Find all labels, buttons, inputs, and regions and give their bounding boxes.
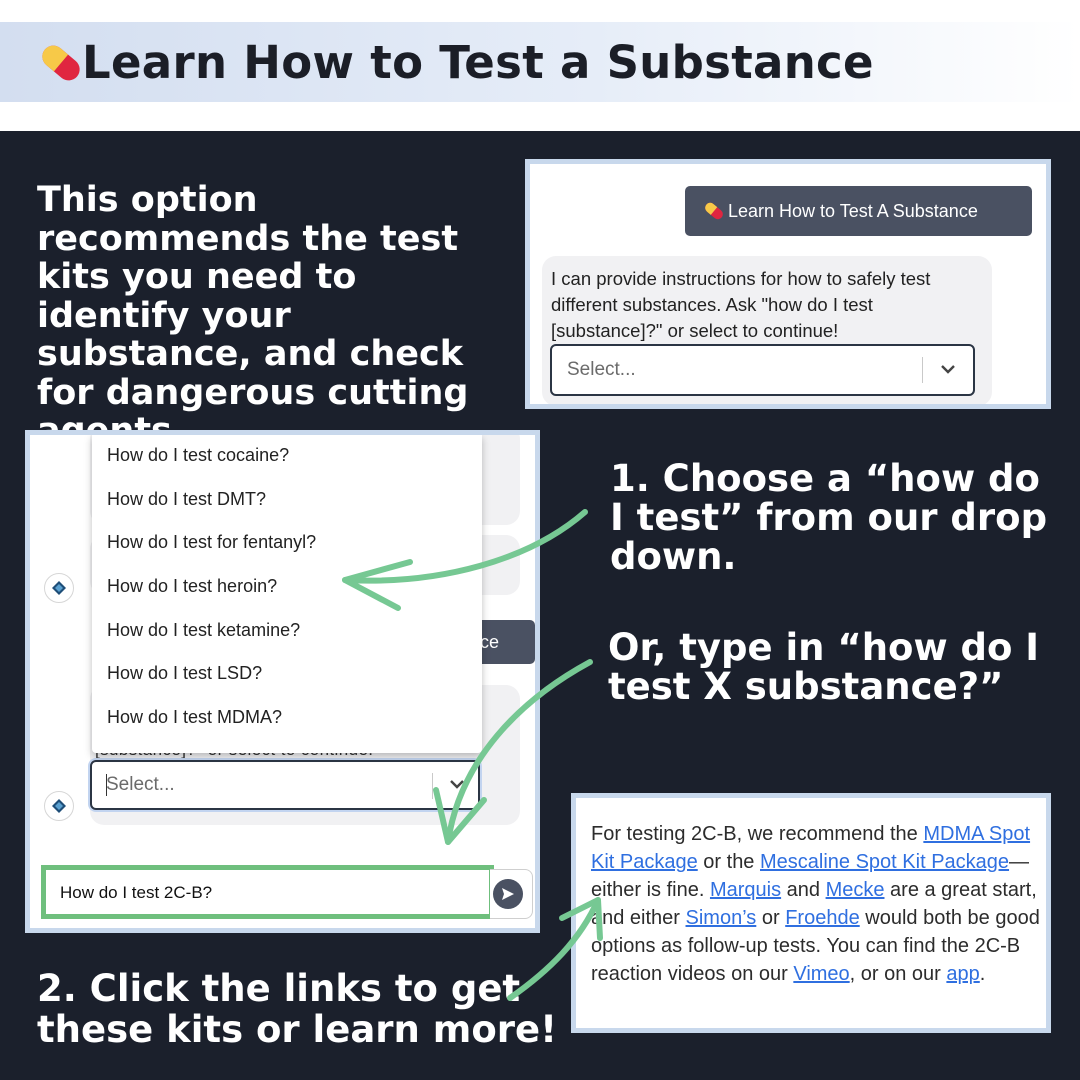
page-title: Learn How to Test a Substance	[82, 36, 874, 89]
dropdown-option[interactable]: How do I test LSD?	[107, 663, 262, 684]
step-or-text: Or, type in “how do I test X substance?”	[608, 626, 1040, 708]
message-text: and	[781, 879, 826, 901]
send-button[interactable]	[493, 879, 523, 909]
learn-test-button[interactable]: Learn How to Test A Substance	[685, 186, 1032, 236]
dropdown-option[interactable]: How do I test cocaine?	[107, 445, 289, 466]
substance-select[interactable]: Select...	[550, 344, 975, 396]
recommendation-message: For testing 2C-B, we recommend the MDMA …	[591, 820, 1046, 988]
pill-icon	[42, 45, 80, 81]
chevron-down-icon[interactable]	[448, 777, 466, 791]
chat-input[interactable]: How do I test 2C-B?	[41, 865, 494, 919]
bot-avatar	[44, 791, 74, 821]
froehde-link[interactable]: Froehde	[785, 907, 860, 929]
learn-test-button-label: Learn How to Test A Substance	[728, 200, 978, 221]
select-placeholder: Select...	[106, 774, 175, 795]
step1-text: 1. Choose a “how do I test” from our dro…	[610, 457, 1048, 578]
select-placeholder: Select...	[567, 359, 636, 380]
simons-link[interactable]: Simon’s	[686, 907, 757, 929]
select-divider	[922, 357, 923, 383]
message-text: , or on our	[849, 963, 947, 985]
chat-screenshot-answer: For testing 2C-B, we recommend the MDMA …	[571, 793, 1051, 1033]
bot-avatar	[44, 573, 74, 603]
step2-text: 2. Click the links to get these kits or …	[37, 967, 557, 1051]
dropdown-option[interactable]: How do I test MDMA?	[107, 707, 282, 728]
message-text: .	[979, 963, 986, 985]
message-text: or the	[697, 851, 760, 873]
chat-input-value: How do I test 2C-B?	[60, 883, 213, 902]
mescaline-kit-link[interactable]: Mescaline Spot Kit Package	[760, 851, 1009, 873]
dropdown-menu: How do I test cocaine? How do I test DMT…	[92, 435, 482, 753]
text-caret	[106, 774, 107, 796]
marquis-link[interactable]: Marquis	[710, 879, 781, 901]
bot-message-bubble: I can provide instructions for how to sa…	[542, 256, 992, 404]
intro-text: This option recommends the test kits you…	[37, 180, 469, 450]
chevron-down-icon[interactable]	[939, 362, 957, 376]
send-area	[490, 869, 533, 919]
dropdown-option[interactable]: How do I test heroin?	[107, 576, 277, 597]
bot-logo-icon	[52, 799, 66, 813]
bot-logo-icon	[52, 581, 66, 595]
chat-screenshot-start: Learn How to Test A Substance I can prov…	[525, 159, 1051, 409]
dropdown-option[interactable]: How do I test for fentanyl?	[107, 532, 316, 553]
chat-screenshot-dropdown: ance [substance]?" or select to continue…	[25, 430, 540, 933]
pill-icon	[705, 202, 723, 220]
select-divider	[432, 773, 433, 799]
message-text: or	[756, 907, 786, 929]
substance-select[interactable]: Select...	[90, 760, 480, 810]
send-icon	[502, 888, 514, 900]
app-link[interactable]: app	[946, 963, 979, 985]
vimeo-link[interactable]: Vimeo	[793, 963, 849, 985]
mecke-link[interactable]: Mecke	[826, 879, 885, 901]
bot-message: I can provide instructions for how to sa…	[551, 268, 931, 341]
message-text: For testing 2C-B, we recommend the	[591, 823, 924, 845]
dropdown-option[interactable]: How do I test ketamine?	[107, 620, 300, 641]
dropdown-option[interactable]: How do I test DMT?	[107, 489, 266, 510]
